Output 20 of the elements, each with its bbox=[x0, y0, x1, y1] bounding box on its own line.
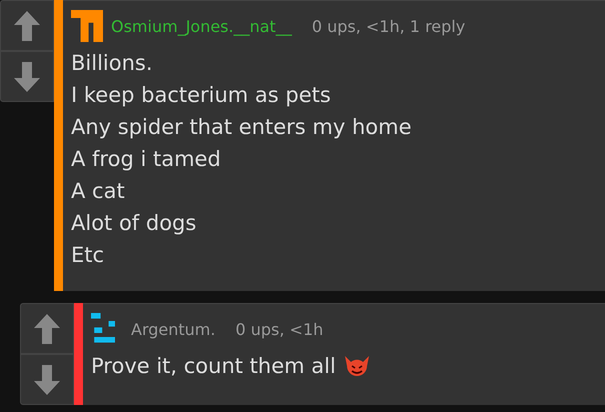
up-arrow-icon bbox=[14, 10, 40, 40]
upvote-button[interactable] bbox=[20, 303, 74, 354]
down-arrow-icon bbox=[14, 62, 40, 92]
up-arrow-icon bbox=[34, 314, 60, 344]
comment-text: Alot of dogs bbox=[71, 210, 198, 237]
downvote-button[interactable] bbox=[20, 354, 74, 405]
upvote-button[interactable] bbox=[0, 0, 54, 51]
comment-meta: 0 ups, <1h, 1 reply bbox=[312, 16, 466, 36]
comment-text: I keep bacterium as pets bbox=[71, 82, 332, 109]
username-link[interactable]: Argentum. bbox=[131, 320, 216, 338]
comment-text: Any spider that enters my home bbox=[71, 114, 412, 141]
comment-text: A cat bbox=[71, 178, 126, 205]
comment-text: A frog i tamed bbox=[71, 146, 222, 173]
comment-text: Etc bbox=[71, 242, 104, 269]
comment-text: Billions. bbox=[71, 50, 154, 77]
username-link[interactable]: Osmium_Jones.__nat__ bbox=[111, 16, 292, 36]
comment-text: Prove it, count them all bbox=[91, 353, 336, 380]
comment-meta: 0 ups, <1h bbox=[235, 320, 324, 338]
down-arrow-icon bbox=[34, 364, 60, 394]
downvote-button[interactable] bbox=[0, 51, 54, 102]
